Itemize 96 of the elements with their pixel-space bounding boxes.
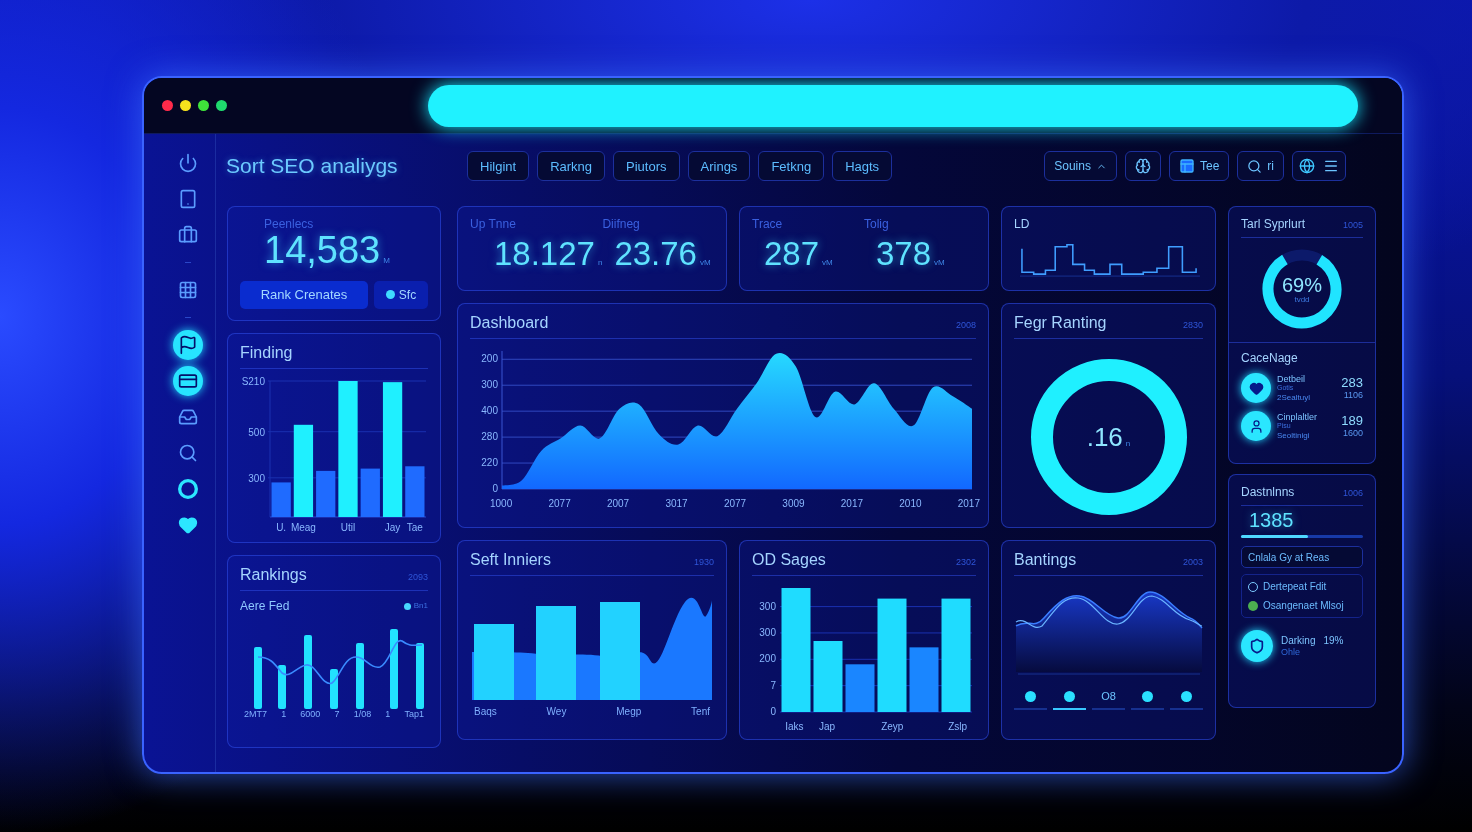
- y-axis-label: 0: [492, 482, 498, 495]
- card-note: 2008: [955, 320, 976, 330]
- x-axis-label: 3009: [782, 498, 805, 509]
- card-title: OD Sages: [752, 551, 826, 569]
- y-axis-label: 220: [481, 457, 498, 469]
- row-sub-value: 1600: [1342, 428, 1363, 440]
- highlight-value: 19%: [1323, 634, 1344, 647]
- row-value: 283: [1341, 374, 1363, 391]
- metric-label: Trace: [752, 217, 784, 231]
- y-axis-label: 400: [481, 405, 498, 418]
- unit-label: n: [1125, 438, 1131, 448]
- highlight-caption: Ohle: [1281, 646, 1301, 658]
- x-axis-label: Tap1: [404, 709, 424, 721]
- metric-label: Peenlecs: [264, 217, 314, 231]
- card-note: 1006: [1342, 488, 1363, 498]
- x-axis-label: 7: [334, 709, 340, 721]
- x-axis-label: 1/08: [353, 709, 372, 721]
- y-axis-label: 7: [770, 679, 776, 692]
- chart-subtitle: Aere Fed: [240, 599, 290, 614]
- x-axis-label: Zslp: [948, 721, 968, 732]
- x-axis-label: Util: [340, 522, 356, 533]
- y-axis-label: 280: [481, 431, 498, 444]
- x-axis-label: 2077: [548, 498, 571, 509]
- x-axis-label: Jay: [384, 522, 401, 533]
- x-axis-label: 2017: [840, 498, 864, 509]
- x-axis-label: Baqs: [474, 706, 497, 718]
- y-axis-label: 200: [759, 653, 776, 666]
- unit-label: M: [383, 256, 390, 265]
- row-sub: Seoltinigi: [1277, 430, 1311, 441]
- gauge-caption: tvdd: [1294, 294, 1310, 304]
- x-axis-label: Wey: [546, 706, 567, 718]
- x-axis-label: 1: [281, 709, 287, 721]
- metric-value: 1385: [1249, 510, 1295, 531]
- unit-label: vM: [934, 258, 945, 267]
- unit-label: n: [597, 258, 603, 267]
- ring-value: .16: [1086, 421, 1123, 453]
- card-title: Rankings: [240, 566, 307, 584]
- highlight-label: Darking: [1281, 634, 1316, 647]
- metric-value: 18.127: [494, 237, 595, 272]
- row-sub-value: 1106: [1343, 390, 1363, 402]
- card-note: 2003: [1182, 557, 1203, 567]
- x-axis-label: 1: [385, 709, 391, 721]
- card-note: 2302: [955, 557, 976, 567]
- metric-label: Tolig: [864, 217, 890, 231]
- card-title: Finding: [240, 344, 293, 362]
- x-axis-label: 2077: [723, 498, 747, 509]
- card-title: Dastnlnns: [1241, 485, 1295, 499]
- x-axis-label: 2017: [957, 498, 980, 509]
- x-axis-label: Tae: [406, 522, 423, 533]
- metric-value: 23.76: [614, 237, 697, 272]
- x-axis-label: U.: [276, 522, 287, 533]
- metric-value: 378: [876, 237, 932, 272]
- app-title: Sort SEO analiygs: [226, 154, 399, 178]
- x-axis-label: 2007: [606, 498, 630, 509]
- metric-label: Up Tnne: [470, 217, 517, 231]
- x-axis-label: Jap: [818, 721, 836, 732]
- y-axis-label: S210: [241, 376, 265, 387]
- legend-label: Bn1: [413, 601, 428, 611]
- card-title: LD: [1014, 217, 1031, 231]
- metric-value: 287: [764, 237, 820, 272]
- y-axis-label: 0: [770, 705, 776, 718]
- card-title: Seft Inniers: [470, 551, 551, 569]
- x-axis-label: Meag: [290, 522, 316, 533]
- x-axis-label: Iaks: [785, 721, 804, 732]
- x-axis-label: Tenf: [691, 706, 710, 718]
- unit-label: vM: [700, 258, 711, 267]
- x-axis-label: Megp: [616, 706, 642, 718]
- y-axis-label: 200: [481, 353, 498, 366]
- metric-value: 14,583: [264, 231, 381, 271]
- y-axis-label: 300: [759, 626, 776, 639]
- section-title: CaceNage: [1241, 351, 1299, 365]
- card-note: 2830: [1182, 320, 1203, 330]
- card-title: Tarl Syprlurt: [1241, 217, 1305, 231]
- x-axis-label: 6000: [300, 709, 321, 721]
- card-title: Dashboard: [470, 314, 549, 332]
- card-note: 1005: [1342, 220, 1363, 230]
- y-axis-label: 500: [248, 426, 265, 438]
- y-axis-label: 300: [759, 600, 776, 613]
- card-note: 1930: [693, 557, 714, 567]
- y-axis-label: 300: [481, 379, 498, 392]
- card-title: Fegr Ranting: [1014, 314, 1107, 332]
- row-value: 189: [1341, 412, 1363, 429]
- x-axis-label: 2MT7: [244, 709, 267, 721]
- metric-label: Diifneg: [602, 217, 641, 231]
- row-sub: 2Sealtuyl: [1277, 392, 1311, 403]
- unit-label: vM: [822, 258, 833, 267]
- card-title: Bantings: [1014, 551, 1077, 569]
- x-axis-label: 3017: [665, 498, 688, 509]
- x-axis-label: Zeyp: [881, 721, 904, 732]
- card-note: 2093: [407, 572, 428, 582]
- y-axis-label: 300: [248, 472, 265, 484]
- row-name: Detbeil: [1277, 373, 1306, 385]
- x-axis-label: 1000: [490, 498, 513, 509]
- row-name: Cinplaltler: [1277, 411, 1319, 423]
- gauge-value: 69%: [1282, 274, 1322, 295]
- x-axis-label: 2010: [899, 498, 922, 509]
